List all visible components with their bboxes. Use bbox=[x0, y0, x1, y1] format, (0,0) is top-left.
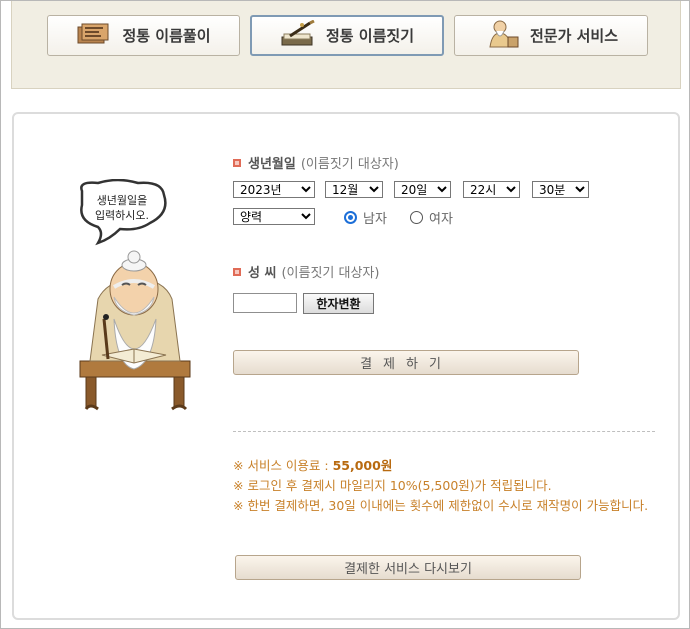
tab-name-making[interactable]: 정통 이름짓기 bbox=[250, 15, 444, 56]
service-notes: ※ 서비스 이용료 : 55,000원 ※ 로그인 후 결제시 마일리지 10%… bbox=[233, 456, 653, 516]
birth-year-select[interactable]: 2023년 bbox=[233, 181, 315, 198]
bullet-square-icon bbox=[233, 267, 241, 276]
gender-female-label: 여자 bbox=[429, 212, 453, 227]
divider bbox=[233, 431, 655, 432]
birth-month-select[interactable]: 12월 bbox=[325, 181, 383, 198]
speech-line-1: 생년월일을 bbox=[97, 193, 148, 207]
fee-value: 55,000원 bbox=[332, 458, 393, 473]
speech-line-2: 입력하시오. bbox=[95, 208, 149, 222]
tab-label: 전문가 서비스 bbox=[529, 27, 619, 45]
birth-day-select[interactable]: 20일 bbox=[394, 181, 451, 198]
tab-name-interpretation[interactable]: 정통 이름풀이 bbox=[47, 15, 240, 56]
tab-expert-service[interactable]: 전문가 서비스 bbox=[454, 15, 648, 56]
fee-prefix: ※ 서비스 이용료 : bbox=[233, 458, 333, 473]
review-paid-service-button[interactable]: 결제한 서비스 다시보기 bbox=[235, 555, 581, 580]
tab-label: 정통 이름짓기 bbox=[325, 27, 415, 45]
mileage-note: ※ 로그인 후 결제시 마일리지 10%(5,500원)가 적립됩니다. bbox=[233, 478, 552, 493]
birth-hour-select[interactable]: 22시 bbox=[463, 181, 520, 198]
hanja-convert-button[interactable]: 한자변환 bbox=[303, 293, 374, 314]
surname-label: 성 씨 bbox=[248, 266, 277, 281]
surname-input[interactable] bbox=[233, 293, 297, 313]
birth-sublabel: (이름짓기 대상자) bbox=[300, 157, 399, 172]
surname-section-label: 성 씨 (이름짓기 대상자) bbox=[233, 262, 379, 281]
radio-unchecked-icon bbox=[410, 211, 423, 224]
birth-section-label: 생년월일 (이름짓기 대상자) bbox=[233, 153, 399, 172]
repeat-note: ※ 한번 결제하면, 30일 이내에는 횟수에 제한없이 수시로 재작명이 가능… bbox=[233, 498, 649, 513]
brush-writing-icon bbox=[280, 19, 316, 52]
gender-male-label: 남자 bbox=[363, 212, 387, 227]
pay-button[interactable]: 결제하기 bbox=[233, 350, 579, 375]
surname-sublabel: (이름짓기 대상자) bbox=[281, 266, 380, 281]
gender-female-radio[interactable]: 여자 bbox=[410, 208, 453, 227]
bullet-square-icon bbox=[233, 158, 241, 167]
sage-mascot-illustration: 생년월일을 입력하시오. bbox=[79, 178, 191, 411]
birth-label: 생년월일 bbox=[248, 157, 296, 172]
birth-minute-select[interactable]: 30분 bbox=[532, 181, 589, 198]
sage-mascot: 생년월일을 입력하시오. bbox=[68, 178, 208, 419]
sage-master-icon bbox=[484, 19, 520, 53]
calendar-type-select[interactable]: 양력 bbox=[233, 208, 315, 225]
top-tab-bar: 정통 이름풀이 정통 이름짓기 전문가 서비스 bbox=[11, 1, 681, 89]
book-scroll-icon bbox=[76, 21, 112, 51]
radio-checked-icon bbox=[344, 211, 357, 224]
tab-label: 정통 이름풀이 bbox=[122, 27, 211, 45]
fee-note: ※ 서비스 이용료 : 55,000원 bbox=[233, 456, 653, 476]
gender-male-radio[interactable]: 남자 bbox=[344, 208, 387, 227]
